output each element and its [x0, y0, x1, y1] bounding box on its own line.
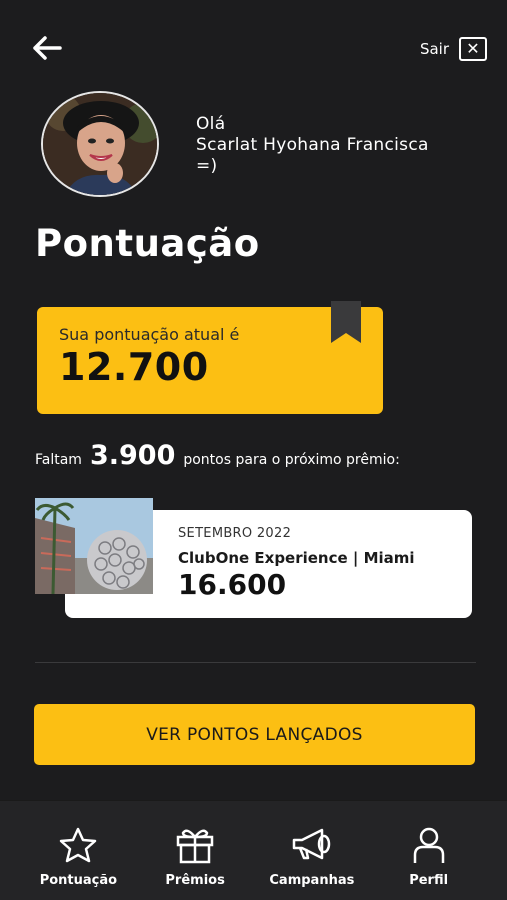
bookmark-icon — [331, 301, 361, 343]
score-label: Sua pontuação atual é — [59, 325, 240, 344]
prize-date: SETEMBRO 2022 — [178, 526, 292, 541]
nav-item-perfil[interactable]: Perfil — [379, 825, 479, 888]
greeting-hello: Olá — [196, 114, 226, 134]
nav-label: Prêmios — [165, 873, 225, 888]
score-value: 12.700 — [59, 345, 209, 389]
bottom-nav: Pontuação Prêmios Campanhas Perfil — [0, 800, 507, 900]
view-points-button[interactable]: VER PONTOS LANÇADOS — [34, 704, 475, 765]
prize-points: 16.600 — [178, 568, 287, 601]
prize-image[interactable] — [35, 498, 153, 594]
back-button[interactable] — [30, 34, 64, 62]
nav-item-premios[interactable]: Prêmios — [145, 825, 245, 888]
nav-label: Perfil — [409, 873, 449, 888]
remaining-points: Faltam 3.900 pontos para o próximo prêmi… — [35, 440, 400, 471]
divider — [35, 662, 476, 663]
megaphone-icon — [290, 825, 334, 865]
greeting-emoticon: =) — [196, 156, 218, 176]
nav-label: Pontuação — [39, 873, 118, 888]
nav-label: Campanhas — [269, 873, 355, 888]
gift-icon — [173, 825, 217, 865]
greeting: Olá Scarlat Hyohana Francisca =) — [196, 114, 429, 177]
logout-label: Sair — [419, 40, 449, 58]
close-box-icon: ✕ — [459, 37, 487, 61]
remaining-value: 3.900 — [89, 440, 176, 471]
arrow-left-icon — [33, 36, 62, 60]
remaining-prefix: Faltam — [35, 452, 82, 468]
score-card: Sua pontuação atual é 12.700 — [37, 301, 383, 414]
user-icon — [407, 825, 451, 865]
remaining-suffix: pontos para o próximo prêmio: — [183, 452, 400, 468]
logout-button[interactable]: Sair ✕ — [420, 36, 487, 62]
avatar — [41, 91, 159, 197]
prize-name: ClubOne Experience | Miami — [178, 549, 415, 567]
nav-item-pontuacao[interactable]: Pontuação — [28, 825, 128, 888]
user-name: Scarlat Hyohana Francisca — [196, 135, 429, 155]
nav-item-campanhas[interactable]: Campanhas — [262, 825, 362, 888]
star-icon — [56, 825, 100, 865]
page-title: Pontuação — [35, 222, 260, 265]
